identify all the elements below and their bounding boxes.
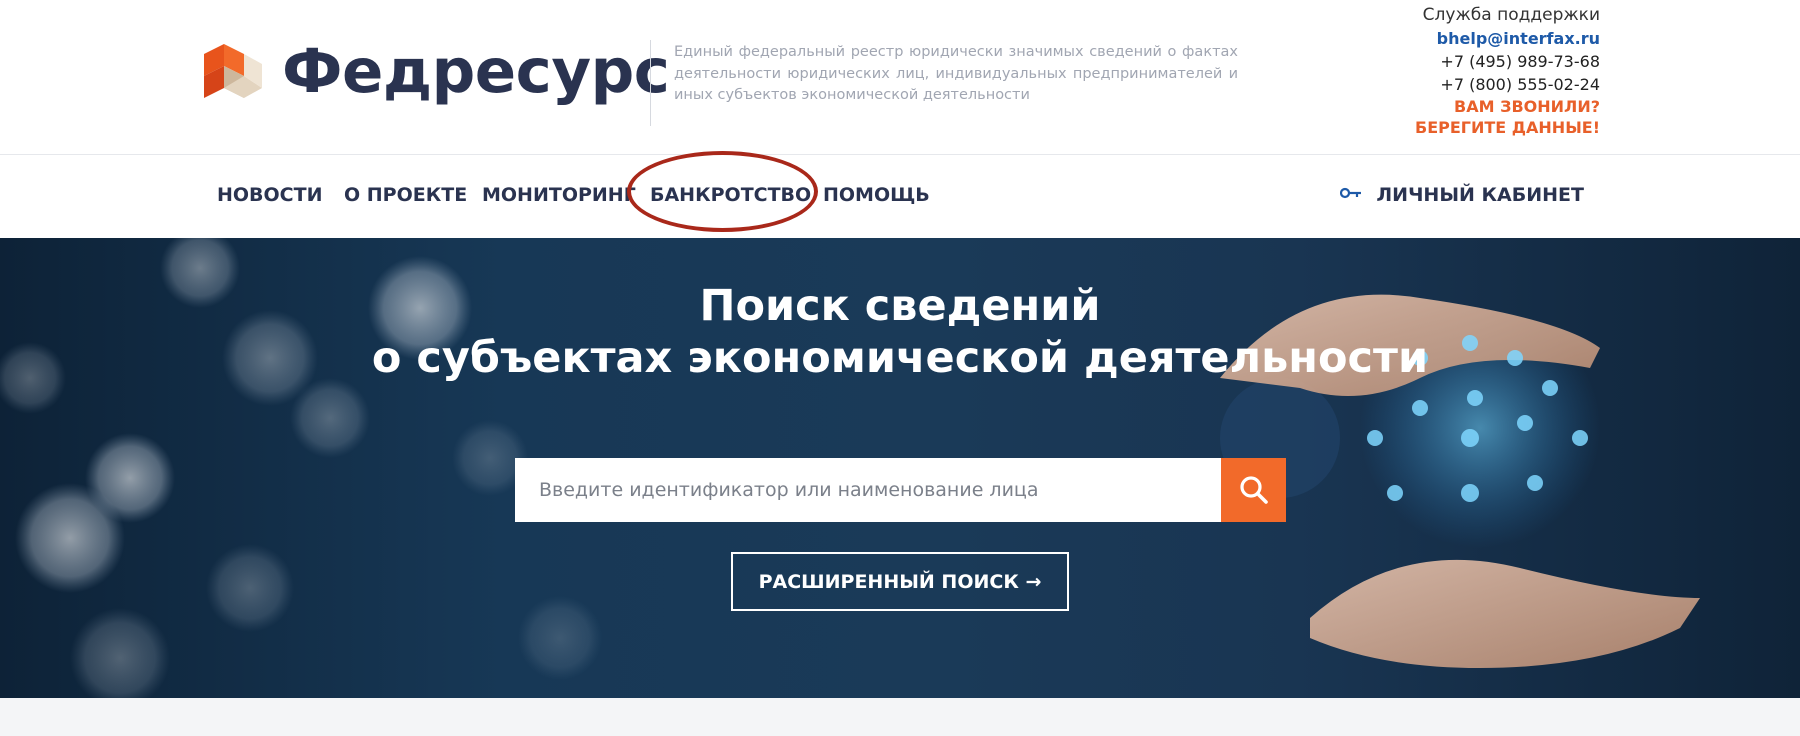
advanced-search-button[interactable]: РАСШИРЕННЫЙ ПОИСК → xyxy=(731,552,1069,611)
brand-name[interactable]: Федресурс xyxy=(282,30,670,114)
nav-item-help[interactable]: ПОМОЩЬ xyxy=(823,184,930,206)
nav-item-news[interactable]: НОВОСТИ xyxy=(217,184,323,206)
support-block: Служба поддержки bhelp@interfax.ru +7 (4… xyxy=(1280,4,1600,138)
fraud-warning-line-1[interactable]: ВАМ ЗВОНИЛИ? xyxy=(1280,96,1600,117)
search-button[interactable] xyxy=(1221,458,1286,522)
personal-cabinet-label: ЛИЧНЫЙ КАБИНЕТ xyxy=(1376,184,1584,206)
site-header: Федресурс Единый федеральный реестр юрид… xyxy=(0,0,1800,154)
page-below-hero xyxy=(0,698,1800,736)
fedresurs-logo-icon[interactable] xyxy=(200,42,262,104)
support-phone-2: +7 (800) 555-02-24 xyxy=(1440,75,1600,94)
support-title: Служба поддержки xyxy=(1422,5,1600,25)
nav-item-bankruptcy[interactable]: БАНКРОТСТВО xyxy=(650,184,811,206)
hero-title-line-2: о субъектах экономической деятельности xyxy=(371,333,1429,383)
nav-item-monitoring[interactable]: МОНИТОРИНГ xyxy=(482,184,636,206)
hero-title-line-1: Поиск сведений xyxy=(699,281,1101,331)
main-nav: НОВОСТИ О ПРОЕКТЕ МОНИТОРИНГ БАНКРОТСТВО… xyxy=(0,154,1800,239)
key-icon xyxy=(1340,187,1362,199)
fraud-warning-line-2[interactable]: БЕРЕГИТЕ ДАННЫЕ! xyxy=(1280,117,1600,138)
support-email-link[interactable]: bhelp@interfax.ru xyxy=(1280,27,1600,50)
personal-cabinet-link[interactable]: ЛИЧНЫЙ КАБИНЕТ xyxy=(1340,184,1584,206)
search-icon xyxy=(1239,476,1268,504)
support-phone-1: +7 (495) 989-73-68 xyxy=(1440,52,1600,71)
brand-tagline: Единый федеральный реестр юридически зна… xyxy=(674,44,1238,103)
header-divider xyxy=(650,40,651,126)
nav-item-about[interactable]: О ПРОЕКТЕ xyxy=(344,184,467,206)
entity-search-input[interactable] xyxy=(515,458,1221,522)
